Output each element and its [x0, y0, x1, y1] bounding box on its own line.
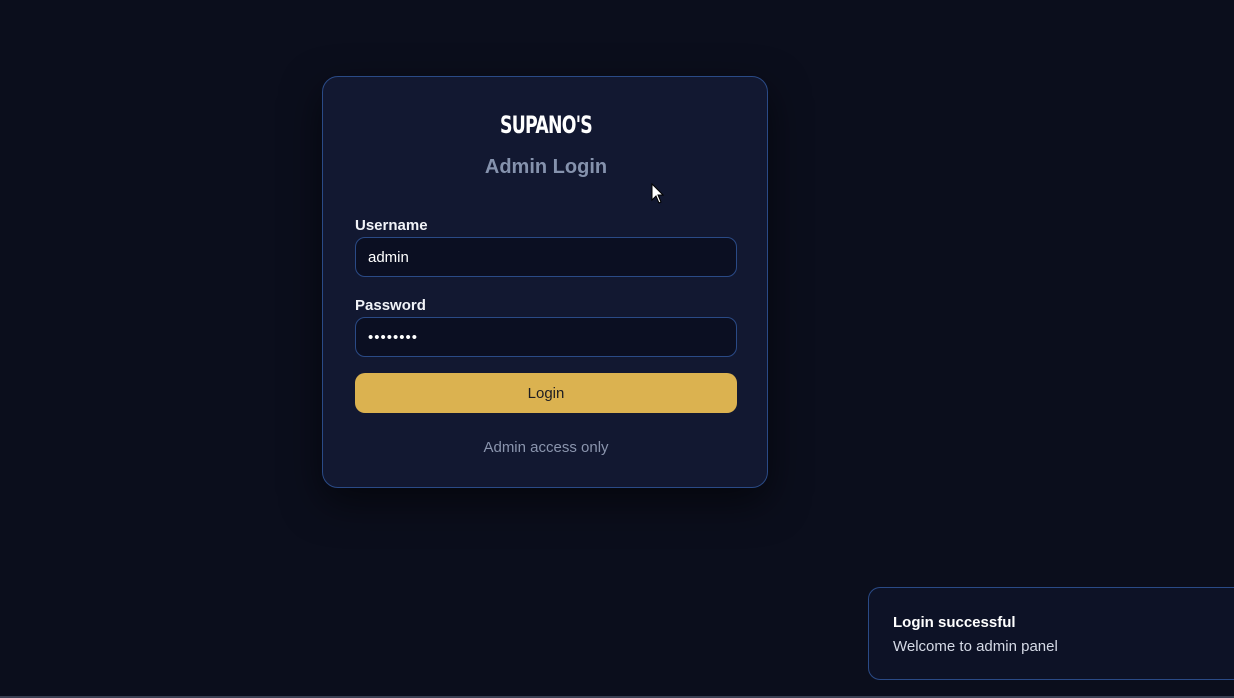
- login-success-toast: Login successful Welcome to admin panel: [868, 587, 1234, 680]
- page-title: Admin Login: [484, 156, 608, 178]
- mouse-pointer-icon: [651, 183, 665, 204]
- login-card: SUPANO'S Admin Login Username Password L…: [322, 76, 768, 488]
- username-input[interactable]: [355, 237, 737, 277]
- toast-message: Welcome to admin panel: [893, 638, 1058, 655]
- username-label: Username: [355, 217, 428, 234]
- password-input[interactable]: [355, 317, 737, 357]
- toast-title: Login successful: [893, 614, 1016, 631]
- login-button[interactable]: Login: [355, 373, 737, 413]
- password-label: Password: [355, 297, 426, 314]
- brand-logo: SUPANO'S: [499, 111, 593, 139]
- admin-access-note: Admin access only: [483, 439, 609, 456]
- page: SUPANO'S Admin Login Username Password L…: [0, 0, 1234, 698]
